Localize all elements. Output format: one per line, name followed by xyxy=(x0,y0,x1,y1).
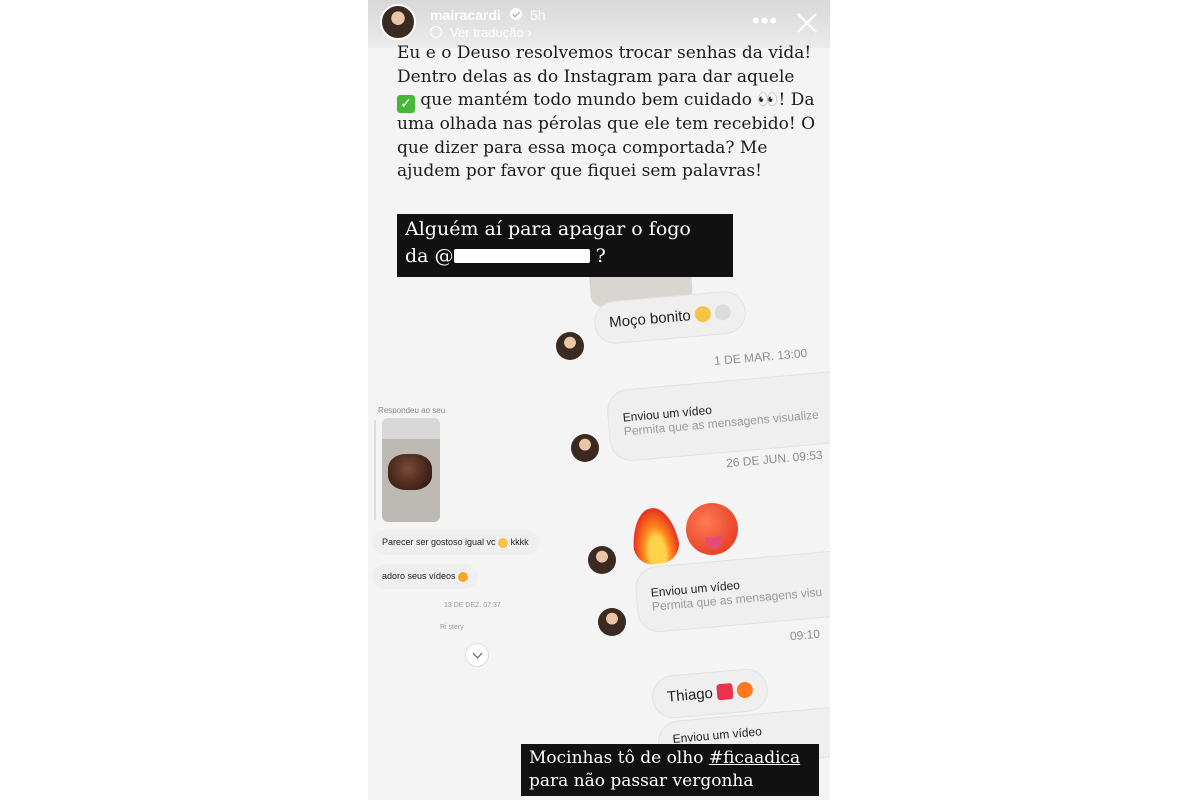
post-time: 5h xyxy=(530,7,546,23)
timestamp: 09:10 xyxy=(789,626,821,644)
overlay-text-box-bottom: Mocinhas tô de olho #ficaadica para não … xyxy=(521,744,819,796)
sender-avatar xyxy=(588,546,616,574)
sender-avatar xyxy=(598,608,626,636)
timestamp: 13 DE DEZ. 07:37 xyxy=(444,602,501,609)
overlay-text: Mocinhas tô de olho xyxy=(529,748,704,768)
message-text: adoro seus vídeos xyxy=(382,571,456,581)
sender-avatar xyxy=(556,332,584,360)
overlay-line: para não passar vergonha xyxy=(529,771,754,791)
censored-username-bar xyxy=(453,249,590,263)
hashtag-link[interactable]: #ficaadica xyxy=(709,748,800,768)
message-bubble: Parecer ser gostoso igual vc kkkk xyxy=(372,530,539,555)
overlay-text-box: Alguém aí para apagar o fogo da @ ? xyxy=(397,214,733,277)
fire-emoji-icon xyxy=(628,505,682,567)
timestamp: 1 DE MAR. 13:00 xyxy=(713,345,808,369)
avatar[interactable] xyxy=(380,4,416,40)
replied-story-thumbnail xyxy=(382,418,440,522)
message-text: Parecer ser gostoso igual vc xyxy=(382,537,496,547)
message-bubble: Thiago xyxy=(650,667,770,720)
mention-prefix: da @ xyxy=(405,245,454,267)
verified-badge-icon xyxy=(510,8,522,20)
eyes-emoji-icon: 👀 xyxy=(757,90,779,110)
heart-eyes-emoji-icon xyxy=(458,572,469,582)
question-mark: ? xyxy=(595,245,606,267)
translate-icon[interactable] xyxy=(430,26,442,38)
overlay-line: da @ ? xyxy=(405,243,725,270)
overlay-line: Mocinhas tô de olho #ficaadica xyxy=(529,747,811,770)
translate-link[interactable]: Ver tradução › xyxy=(450,25,532,40)
username[interactable]: mairacardi xyxy=(430,7,501,23)
smirk-emoji-icon xyxy=(498,538,509,548)
story-caption: Eu e o Deuso resolvemos trocar senhas da… xyxy=(397,42,817,184)
conversation-screenshot-left: Respondeu ao seu Parecer ser gostoso igu… xyxy=(368,400,578,670)
message-text-suffix: kkkk xyxy=(510,537,529,547)
overlay-line: Alguém aí para apagar o fogo xyxy=(405,218,691,240)
check-mark-emoji-icon: ✓ xyxy=(397,95,415,113)
more-icon[interactable]: ••• xyxy=(752,8,778,34)
message-text: Moço bonito xyxy=(608,307,692,332)
message-bubble: adoro seus vídeos xyxy=(372,564,479,589)
close-icon[interactable] xyxy=(796,12,818,34)
ghost-emoji-icon xyxy=(714,303,732,322)
reply-bar xyxy=(374,420,376,520)
caption-text: que mantém todo mundo bem cuidado xyxy=(420,90,752,110)
heart-emoji-icon xyxy=(716,683,734,701)
chevron-down-icon xyxy=(465,643,489,667)
story-viewer: Moço bonito 1 DE MAR. 13:00 Enviou um ví… xyxy=(368,0,830,800)
chocolate-cake-image xyxy=(388,454,432,490)
smirk-emoji-icon xyxy=(694,305,712,323)
fire-emoji-icon xyxy=(736,681,754,699)
seen-label: Ri stery xyxy=(440,624,464,631)
story-header: mairacardi 5h Ver tradução › ••• xyxy=(368,0,830,48)
reply-label: Respondeu ao seu xyxy=(378,406,446,415)
message-text: Thiago xyxy=(666,684,714,706)
hot-face-emoji-icon xyxy=(682,499,742,559)
video-message-bubble: Enviou um vídeo Permita que as mensagens… xyxy=(605,369,830,463)
caption-text: Eu e o Deuso resolvemos trocar senhas da… xyxy=(397,43,812,87)
